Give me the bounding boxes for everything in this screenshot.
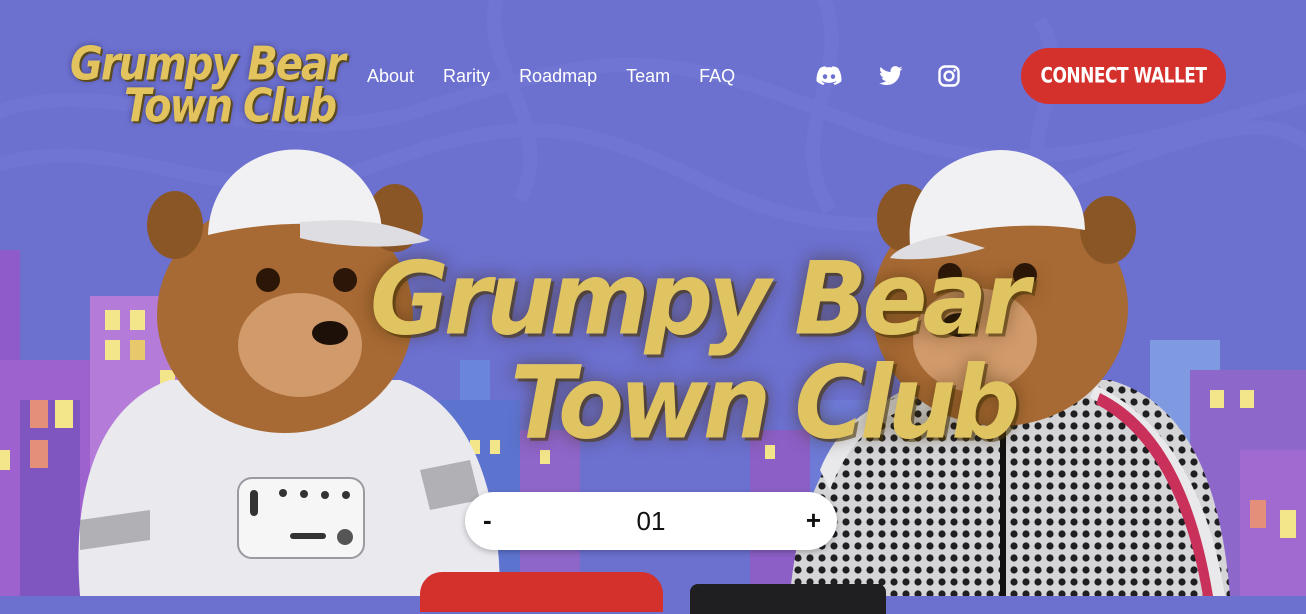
hero-title: Grumpy Bear Town Club xyxy=(360,240,1030,470)
secondary-action-button[interactable] xyxy=(690,584,886,614)
main-nav: About Rarity Roadmap Team FAQ xyxy=(367,66,764,87)
twitter-icon[interactable] xyxy=(876,62,906,90)
increase-quantity-button[interactable]: + xyxy=(800,504,827,537)
quantity-stepper: - 01 + xyxy=(465,492,837,550)
nav-item-rarity[interactable]: Rarity xyxy=(443,66,490,87)
connect-wallet-label: CONNECT WALLET xyxy=(1040,63,1207,89)
hero-title-line-1: Grumpy Bear xyxy=(370,240,1030,358)
mint-button[interactable] xyxy=(420,572,663,612)
hero-title-line-2: Town Club xyxy=(510,344,1020,462)
nav-item-about[interactable]: About xyxy=(367,66,414,87)
logo-line-2: Town Club xyxy=(124,80,337,133)
nav-item-faq[interactable]: FAQ xyxy=(699,66,735,87)
quantity-value: 01 xyxy=(636,506,666,536)
nav-item-team[interactable]: Team xyxy=(626,66,670,87)
instagram-icon[interactable] xyxy=(934,62,964,90)
connect-wallet-button[interactable]: CONNECT WALLET xyxy=(1021,48,1226,104)
discord-icon[interactable] xyxy=(814,62,844,90)
nav-item-roadmap[interactable]: Roadmap xyxy=(519,66,597,87)
site-logo[interactable]: Grumpy Bear Town Club xyxy=(66,30,346,133)
